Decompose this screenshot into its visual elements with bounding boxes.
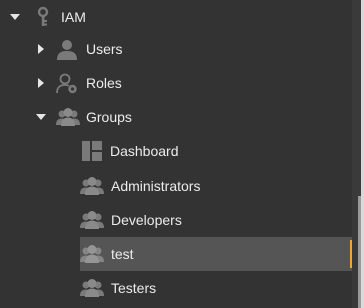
chevron-down-icon[interactable] bbox=[36, 112, 46, 122]
tree-node-developers[interactable]: Developers bbox=[0, 203, 352, 237]
group-icon bbox=[56, 108, 80, 126]
tree-node-label: test bbox=[111, 246, 134, 262]
tree-node-dashboard[interactable]: Dashboard bbox=[0, 134, 352, 168]
group-icon bbox=[80, 211, 104, 229]
chevron-right-icon[interactable] bbox=[36, 78, 46, 88]
tree-node-label: IAM bbox=[61, 9, 86, 25]
tree-node-label: Users bbox=[86, 41, 123, 57]
tree-node-groups[interactable]: Groups bbox=[0, 100, 352, 134]
tree-node-label: Groups bbox=[86, 109, 132, 125]
tree-node-label: Testers bbox=[111, 280, 157, 296]
tree-node-label: Administrators bbox=[111, 178, 201, 194]
tree-node-label: Roles bbox=[86, 75, 122, 91]
key-icon bbox=[37, 6, 49, 26]
tree-node-administrators[interactable]: Administrators bbox=[0, 169, 352, 203]
tree-node-testers[interactable]: Testers bbox=[0, 271, 352, 305]
tree-node-label: Developers bbox=[111, 212, 182, 228]
group-icon bbox=[80, 177, 104, 195]
tree-node-roles[interactable]: Roles bbox=[0, 66, 352, 100]
tree-node-test[interactable]: test bbox=[0, 237, 354, 271]
chevron-down-icon[interactable] bbox=[10, 12, 20, 22]
tree-node-label: Dashboard bbox=[110, 143, 179, 159]
iam-tree: IAM Users Roles Groups Dashboard Adminis… bbox=[0, 0, 354, 308]
dashboard-icon bbox=[82, 141, 102, 161]
role-icon bbox=[56, 73, 77, 94]
tree-node-users[interactable]: Users bbox=[0, 32, 352, 66]
tree-node-iam[interactable]: IAM bbox=[0, 0, 352, 34]
group-icon bbox=[80, 245, 104, 263]
chevron-right-icon[interactable] bbox=[36, 44, 46, 54]
user-icon bbox=[57, 40, 77, 60]
group-icon bbox=[80, 279, 104, 297]
scrollbar-thumb[interactable] bbox=[358, 196, 361, 308]
